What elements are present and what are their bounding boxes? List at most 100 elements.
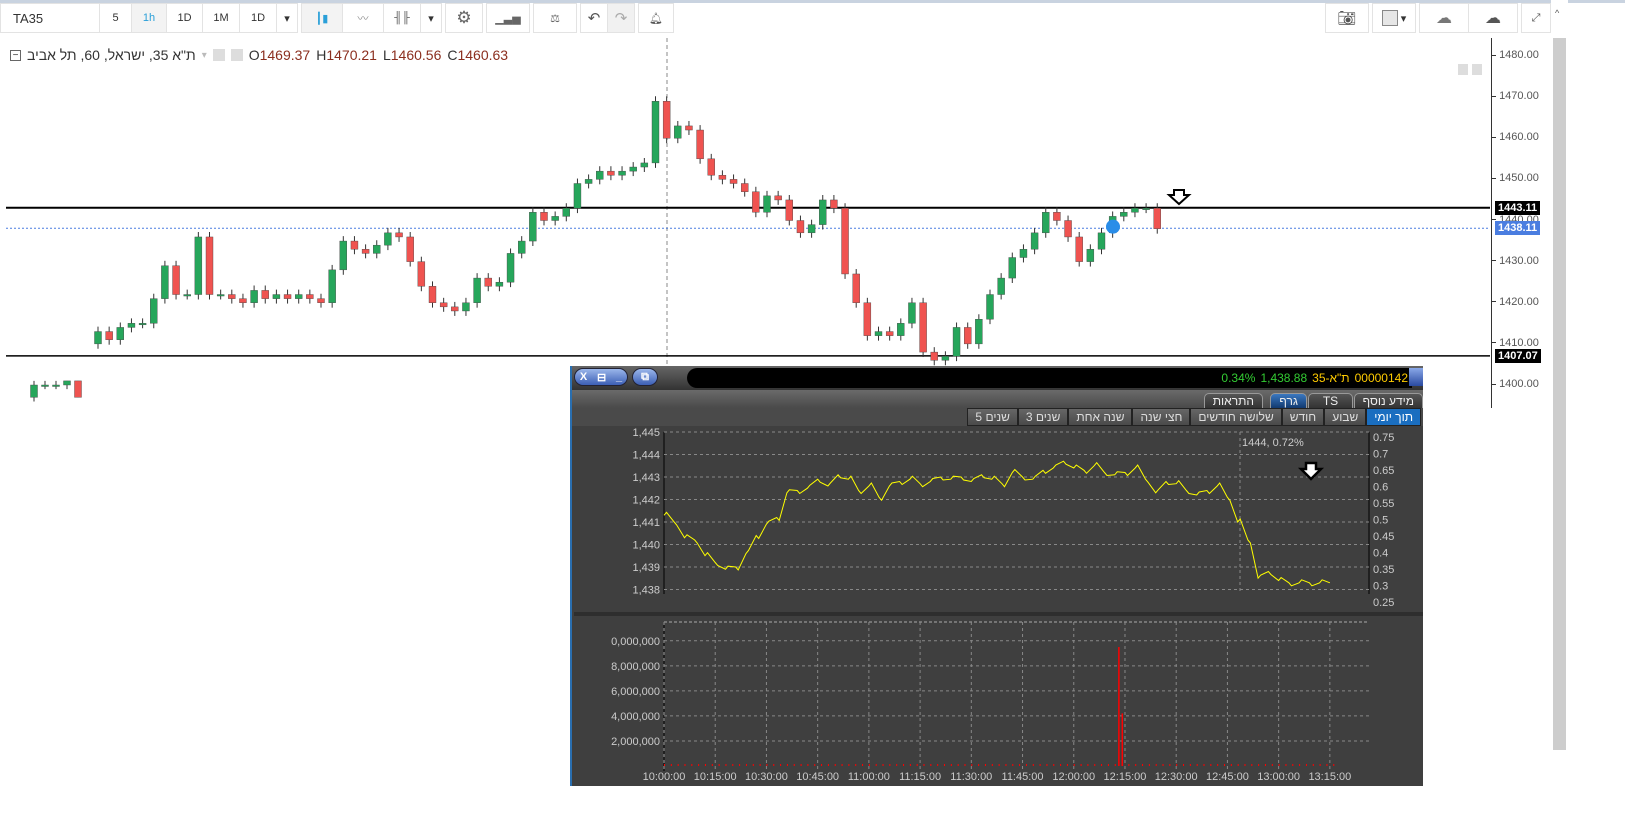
- tab-ts[interactable]: TS: [1308, 393, 1353, 408]
- compare-scale-icon[interactable]: ⚖: [533, 3, 577, 33]
- candle-body: [685, 125, 693, 131]
- price-axis[interactable]: 1480.00 1470.00 1460.00 1450.00 1440.00 …: [1491, 38, 1549, 408]
- tab-chart[interactable]: גרף: [1270, 393, 1307, 408]
- candle-body: [105, 331, 113, 340]
- period-5[interactable]: שנה אחת: [1068, 408, 1133, 426]
- volume-bar: [780, 764, 782, 766]
- indicators-icon[interactable]: ▁▃▅: [486, 3, 530, 33]
- series-dropdown-icon[interactable]: ▾: [202, 50, 207, 61]
- chart-legend: − ת"א 35, ישראל, 60, תל אביב ▾ O1469.37 …: [10, 47, 508, 63]
- cloud-upload-icon[interactable]: ☁: [1468, 3, 1518, 33]
- period-6[interactable]: 3 שנים: [1017, 408, 1069, 426]
- candle-body: [863, 302, 872, 336]
- volume-bar: [1217, 764, 1219, 766]
- x-tick-label: 11:00:00: [848, 771, 890, 783]
- interval-dropdown[interactable]: ▾: [276, 3, 298, 33]
- volume-bar: [684, 764, 686, 766]
- price-tick-label: 1410.00: [1499, 336, 1539, 349]
- candle-body: [729, 179, 738, 184]
- interval-1h[interactable]: 1h: [131, 3, 167, 33]
- candle-body: [205, 236, 214, 295]
- volume-bar: [814, 764, 816, 766]
- candle-body: [796, 220, 805, 234]
- window-titlebar[interactable]: X ⊟ _ ⧉ 0.34% 1,438.88 ת"א-35 00000142: [572, 366, 1423, 390]
- interval-1m[interactable]: 1M: [202, 3, 240, 33]
- candlestick-chart[interactable]: [6, 38, 1490, 408]
- collapse-icon[interactable]: −: [10, 49, 21, 61]
- quote-window: X ⊟ _ ⧉ 0.34% 1,438.88 ת"א-35 00000142 מ…: [570, 366, 1423, 786]
- period-1[interactable]: שבוע: [1324, 408, 1367, 426]
- tab-alerts[interactable]: התראות: [1203, 393, 1263, 408]
- volume-bar: [944, 764, 945, 766]
- candle-body: [852, 273, 860, 303]
- volume-bar: [1299, 764, 1301, 766]
- volume-bar: [821, 764, 823, 766]
- chart-type-dropdown[interactable]: ▾: [420, 3, 442, 33]
- candle-body: [529, 212, 537, 242]
- candle-body: [138, 323, 147, 326]
- color-picker[interactable]: ▾: [1372, 3, 1416, 33]
- series-title: ת"א 35, ישראל, 60, תל אביב: [27, 47, 196, 63]
- scroll-up-icon[interactable]: ^: [1555, 8, 1559, 18]
- period-selector: תוך יומי שבוע חודש שלושה חודשים חצי שנה שנה א…: [572, 408, 1423, 426]
- interval-1d-alt[interactable]: 1D: [239, 3, 277, 33]
- volume-bar: [991, 764, 993, 766]
- settings-icon[interactable]: [230, 49, 243, 61]
- camera-icon[interactable]: 📷︎: [1325, 3, 1369, 33]
- candle-body: [1142, 207, 1150, 210]
- candle-body: [295, 294, 303, 299]
- interval-5[interactable]: 5: [99, 3, 132, 33]
- volume-bar: [1326, 764, 1328, 766]
- intraday-chart[interactable]: 1,445 1,444 1,443 1,442 1,441 1,440 1,439 1,438…: [574, 426, 1423, 786]
- color-swatch: [1381, 10, 1398, 26]
- candle-body: [41, 384, 49, 387]
- symbol-input[interactable]: TA35: [0, 3, 100, 33]
- period-7[interactable]: 5 שנים: [967, 408, 1018, 426]
- period-3[interactable]: שלושה חודשים: [1190, 408, 1282, 426]
- volume-bar: [1162, 764, 1164, 766]
- scrollbar-thumb[interactable]: [1553, 38, 1566, 750]
- scale-up-icon[interactable]: [1472, 64, 1482, 75]
- area-chart-icon[interactable]: 〰: [342, 3, 384, 33]
- close-button[interactable]: X: [580, 371, 587, 383]
- period-2[interactable]: חודש: [1281, 408, 1325, 426]
- price-tick-label: 1480.00: [1499, 49, 1539, 61]
- bars-icon[interactable]: ╢╟: [383, 3, 421, 33]
- restore-button[interactable]: ⊟: [597, 371, 606, 384]
- redo-icon[interactable]: ↷: [607, 3, 635, 33]
- scale-down-icon[interactable]: [1458, 64, 1468, 75]
- scrollbar[interactable]: ^: [1551, 0, 1568, 817]
- close-value: 1460.63: [457, 47, 509, 63]
- ticker-dropdown[interactable]: [1409, 368, 1423, 386]
- gear-icon[interactable]: ⚙: [445, 3, 483, 33]
- period-4[interactable]: חצי שנה: [1132, 408, 1191, 426]
- period-0[interactable]: תוך יומי: [1366, 408, 1421, 426]
- volume-bar: [889, 764, 891, 766]
- volume-tick-label: 8,000,000: [611, 661, 660, 673]
- volume-bar: [896, 764, 898, 766]
- interval-1d[interactable]: 1D: [166, 3, 203, 33]
- minimize-button[interactable]: _: [616, 371, 622, 383]
- price-tick-label: 1400.00: [1499, 378, 1539, 390]
- volume-bar: [1107, 764, 1109, 766]
- candle-body: [506, 253, 515, 283]
- candles-icon[interactable]: ┃▮: [301, 3, 343, 33]
- alert-add-icon[interactable]: 🔔︎: [638, 3, 674, 33]
- volume-bar: [1155, 764, 1157, 766]
- candle-body: [785, 199, 793, 221]
- x-tick-label: 12:45:00: [1206, 771, 1249, 783]
- volume-spike: [1118, 647, 1120, 766]
- detach-button[interactable]: ⧉: [632, 368, 658, 386]
- candle-body: [94, 331, 102, 345]
- volume-bar: [1224, 764, 1225, 766]
- candle-body: [1053, 212, 1061, 221]
- tab-more-info[interactable]: מידע נוסף: [1353, 393, 1423, 408]
- undo-icon[interactable]: ↶: [580, 3, 608, 33]
- cloud-download-icon[interactable]: ☁: [1419, 3, 1469, 33]
- fullscreen-icon[interactable]: ⤢: [1521, 3, 1551, 33]
- volume-bar: [862, 764, 864, 766]
- volume-bar: [1333, 764, 1335, 766]
- eye-icon[interactable]: [212, 49, 225, 61]
- candle-body: [941, 356, 950, 361]
- candle-body: [1064, 220, 1072, 238]
